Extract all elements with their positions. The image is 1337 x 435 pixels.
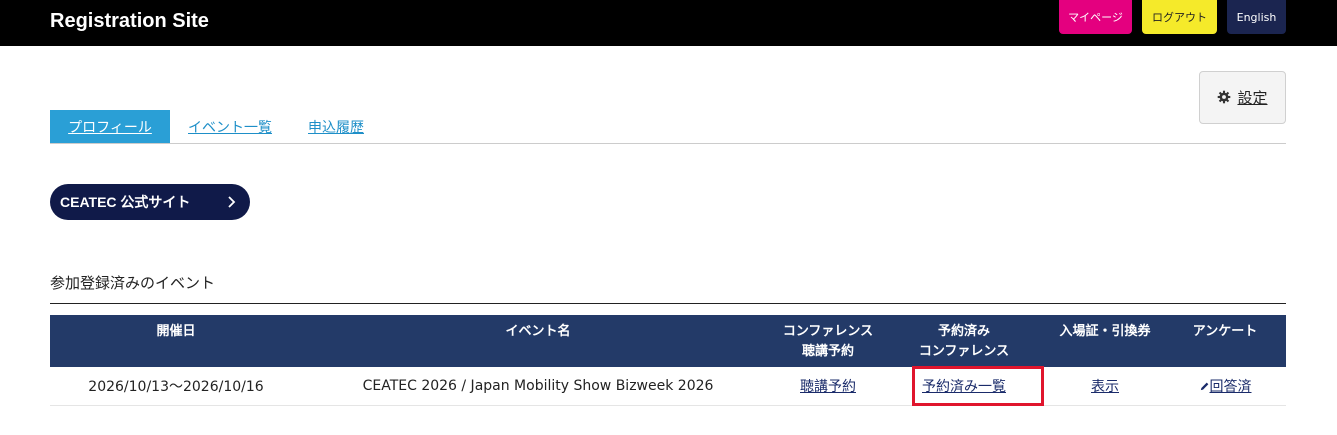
survey-link[interactable]: 回答済 xyxy=(1199,379,1252,395)
tab-application-history[interactable]: 申込履歴 xyxy=(300,110,372,143)
pencil-icon xyxy=(1199,380,1210,391)
tab-event-list[interactable]: イベント一覧 xyxy=(181,110,279,143)
tab-profile[interactable]: プロフィール xyxy=(50,110,170,143)
section-title: 参加登録済みのイベント xyxy=(50,274,216,292)
official-site-button[interactable]: CEATEC 公式サイト xyxy=(50,184,250,220)
col-date: 開催日 xyxy=(50,315,302,367)
chevron-right-icon xyxy=(224,195,238,209)
conference-booking-link[interactable]: 聴講予約 xyxy=(800,379,856,395)
official-site-label: CEATEC 公式サイト xyxy=(60,194,191,210)
profile-tabs: プロフィール イベント一覧 申込履歴 xyxy=(50,110,1286,144)
col-ticket: 入場証・引換券 xyxy=(1046,315,1164,367)
settings-label: 設定 xyxy=(1237,89,1268,107)
gear-icon xyxy=(1217,90,1233,106)
mypage-button[interactable]: マイページ xyxy=(1059,0,1132,34)
booked-conferences-link[interactable]: 予約済み一覧 xyxy=(922,379,1006,395)
ticket-link[interactable]: 表示 xyxy=(1091,379,1119,395)
section-divider xyxy=(50,303,1286,304)
site-title: Registration Site xyxy=(50,10,209,32)
col-booked-conferences: 予約済み コンファレンス xyxy=(882,315,1046,367)
logout-button[interactable]: ログアウト xyxy=(1142,0,1217,34)
top-bar: Registration Site マイページ ログアウト English xyxy=(0,0,1337,46)
col-event-name: イベント名 xyxy=(302,315,774,367)
table-row: 2026/10/13〜2026/10/16 CEATEC 2026 / Japa… xyxy=(50,367,1286,406)
language-button[interactable]: English xyxy=(1227,0,1286,34)
event-name: CEATEC 2026 / Japan Mobility Show Bizwee… xyxy=(302,367,774,406)
table-header-row: 開催日 イベント名 コンファレンス 聴講予約 予約済み コンファレンス 入場証・引換… xyxy=(50,315,1286,367)
survey-label: 回答済 xyxy=(1209,378,1252,395)
registered-events-table: 開催日 イベント名 コンファレンス 聴講予約 予約済み コンファレンス 入場証・引換… xyxy=(50,315,1286,406)
col-survey: アンケート xyxy=(1164,315,1286,367)
event-date: 2026/10/13〜2026/10/16 xyxy=(50,367,302,406)
col-conference-booking: コンファレンス 聴講予約 xyxy=(774,315,882,367)
